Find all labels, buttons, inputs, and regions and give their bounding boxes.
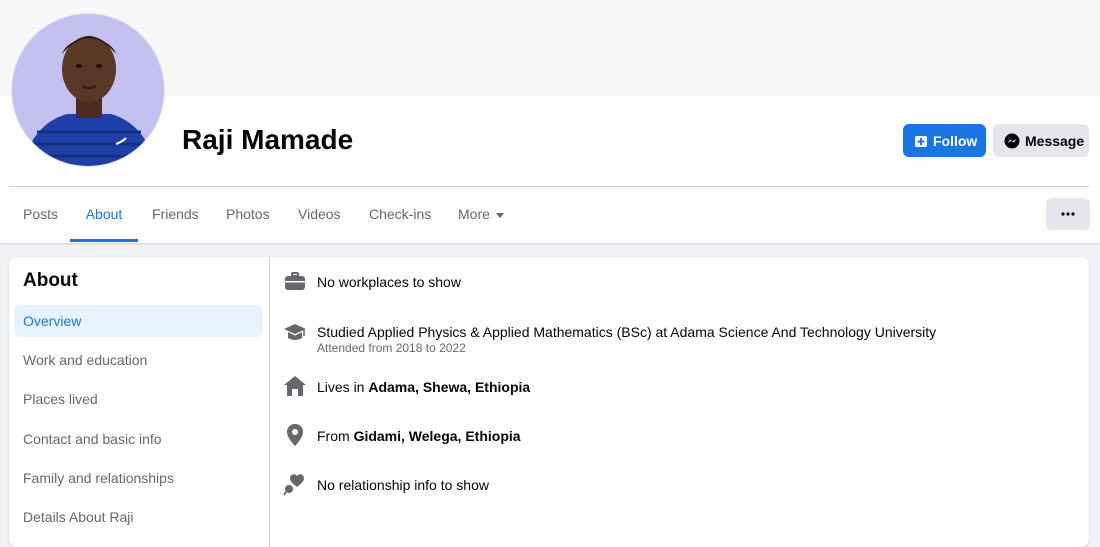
cover-area — [0, 0, 1100, 96]
tab-label: About — [85, 206, 123, 222]
tab-posts[interactable]: Posts — [23, 188, 58, 240]
about-nav-places-lived[interactable]: Places lived — [14, 383, 263, 415]
messenger-icon — [1004, 133, 1020, 149]
work-text: No workplaces to show — [317, 274, 461, 290]
about-nav-work-education[interactable]: Work and education — [14, 344, 263, 376]
avatar-image — [12, 14, 164, 166]
profile-avatar[interactable] — [11, 13, 165, 167]
tab-label: Posts — [23, 206, 59, 222]
tab-photos[interactable]: Photos — [226, 188, 270, 240]
education-text[interactable]: Studied Applied Physics & Applied Mathem… — [317, 323, 936, 341]
tab-about[interactable]: About — [70, 188, 138, 242]
tab-label: Friends — [152, 206, 199, 222]
from-text: From Gidami, Welega, Ethiopia — [317, 427, 521, 445]
follow-label: Follow — [933, 132, 978, 149]
about-card: About Overview Work and education Places… — [9, 257, 1089, 547]
tab-friends[interactable]: Friends — [152, 188, 199, 240]
tab-label: Videos — [298, 206, 341, 222]
tab-more[interactable]: More — [458, 188, 504, 240]
follow-button[interactable]: Follow — [903, 124, 986, 157]
ellipsis-icon — [1061, 212, 1075, 216]
from-prefix: From — [317, 428, 350, 444]
about-title: About — [23, 270, 78, 291]
about-nav-overview[interactable]: Overview — [14, 305, 263, 337]
lives-text: Lives in Adama, Shewa, Ethiopia — [317, 378, 530, 396]
tab-videos[interactable]: Videos — [298, 188, 341, 240]
message-button[interactable]: Message — [993, 124, 1089, 157]
tab-check-ins[interactable]: Check-ins — [369, 188, 431, 240]
tab-label: Photos — [226, 206, 270, 222]
more-options-button[interactable] — [1046, 198, 1090, 230]
briefcase-icon — [285, 272, 305, 290]
about-nav-family-relationships[interactable]: Family and relationships — [14, 462, 263, 494]
relationship-text: No relationship info to show — [317, 477, 489, 493]
sidebar-separator — [269, 257, 270, 547]
education-subtext: Attended from 2018 to 2022 — [317, 341, 466, 355]
tab-label: Check-ins — [369, 206, 432, 222]
house-icon — [284, 376, 306, 396]
message-label: Message — [1025, 132, 1085, 149]
hearts-icon — [283, 474, 304, 496]
lives-place-link[interactable]: Adama, Shewa, Ethiopia — [368, 379, 530, 395]
header-divider — [9, 186, 1089, 187]
tab-label: More — [458, 206, 490, 222]
from-place-link[interactable]: Gidami, Welega, Ethiopia — [354, 428, 521, 444]
lives-prefix: Lives in — [317, 379, 365, 395]
follow-icon — [914, 134, 928, 148]
graduation-cap-icon — [284, 324, 306, 340]
caret-down-icon — [495, 212, 504, 218]
about-nav-contact-info[interactable]: Contact and basic info — [14, 423, 263, 455]
profile-name: Raji Mamade — [182, 124, 354, 155]
about-nav-details[interactable]: Details About Raji — [14, 501, 263, 533]
location-pin-icon — [287, 424, 303, 446]
